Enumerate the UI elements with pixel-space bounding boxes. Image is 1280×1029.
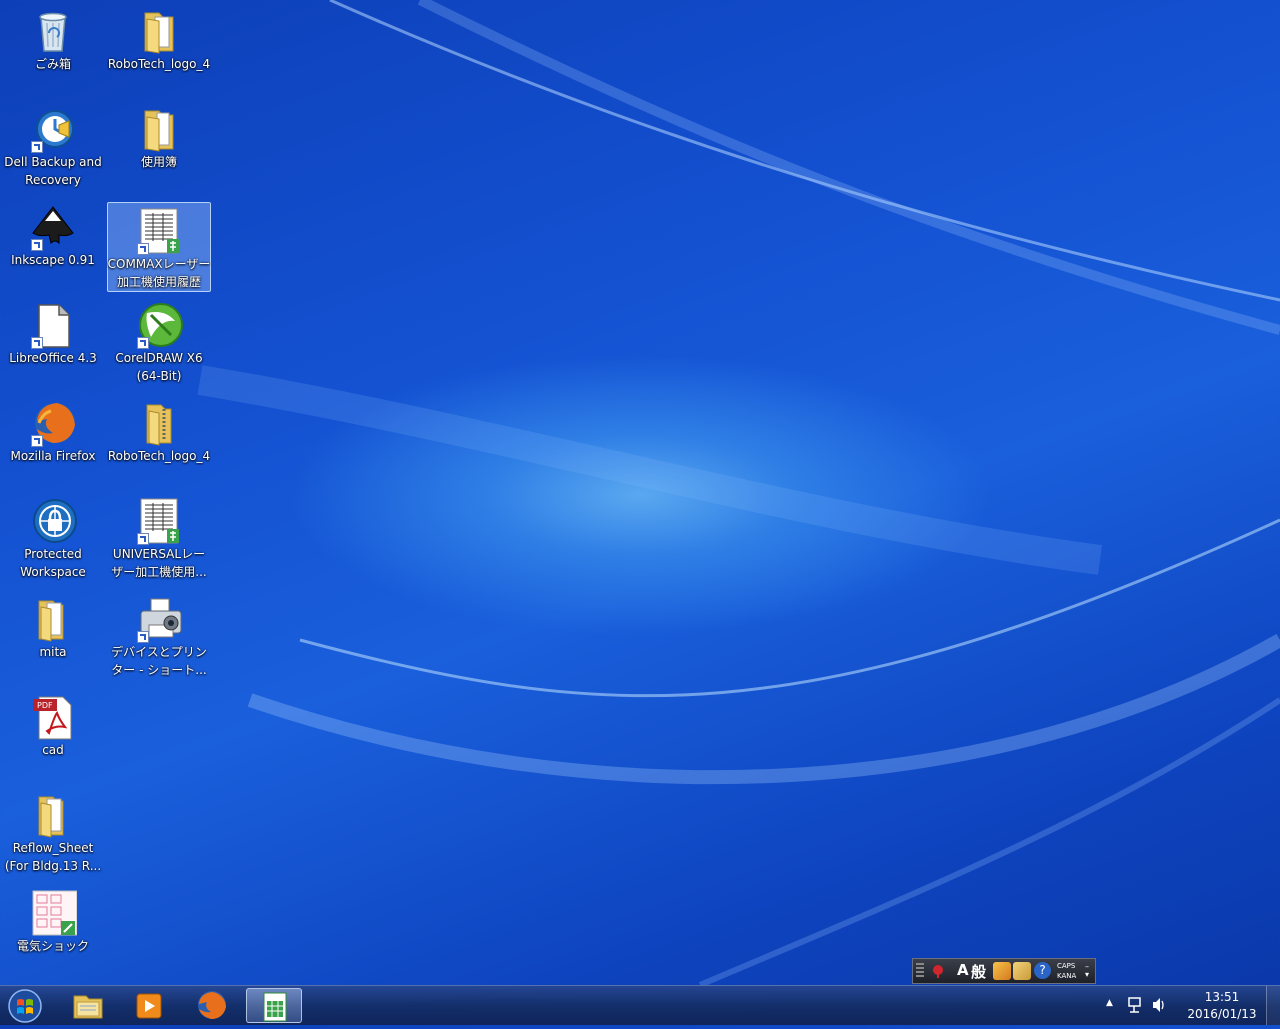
- clock-time: 13:51: [1204, 990, 1240, 1004]
- shortcut-arrow-icon: [137, 337, 149, 349]
- ime-input-icon[interactable]: [931, 963, 945, 978]
- printer-icon: [135, 595, 183, 643]
- firefox-icon: [198, 991, 226, 1019]
- ime-help-icon[interactable]: ?: [1034, 962, 1051, 979]
- desktop: ごみ箱 Dell Backup and Recovery Inkscape 0.…: [0, 0, 1280, 985]
- shortcut-arrow-icon: [137, 533, 149, 545]
- windows-logo-icon: [8, 989, 42, 1023]
- folder-shiyoubo[interactable]: 使用簿: [107, 100, 211, 190]
- taskbar-media-player[interactable]: [121, 988, 177, 1023]
- taskbar-clock[interactable]: 13:51 2016/01/13: [1180, 989, 1264, 1023]
- ime-mode-indicator[interactable]: A: [957, 961, 969, 979]
- start-button[interactable]: [4, 988, 46, 1024]
- recycle-bin[interactable]: ごみ箱: [1, 2, 105, 92]
- ime-tools-icon[interactable]: [1013, 962, 1031, 980]
- shortcut-arrow-icon: [31, 141, 43, 153]
- clock-date: 2016/01/13: [1187, 1007, 1257, 1021]
- zip-robotech-logo-4[interactable]: RoboTech_logo_4: [107, 394, 211, 484]
- taskbar-firefox[interactable]: [184, 988, 240, 1023]
- ime-caps-indicator: CAPS: [1057, 962, 1076, 970]
- dell-backup-icon: [29, 105, 77, 153]
- ime-drag-handle-icon[interactable]: [916, 963, 924, 979]
- taskbar-libreoffice-calc[interactable]: [246, 988, 302, 1023]
- drawing-file-icon: [29, 889, 78, 937]
- folder-mita[interactable]: mita: [1, 590, 105, 680]
- shortcut-arrow-icon: [31, 435, 43, 447]
- folder-reflow-sheet[interactable]: Reflow_Sheet (For Bldg.13 R...: [1, 786, 105, 876]
- pdf-icon: PDF: [29, 693, 77, 741]
- folder-robotech-logo-4[interactable]: RoboTech_logo_4: [107, 2, 211, 92]
- folder-icon: [29, 595, 77, 643]
- network-tray-icon[interactable]: [1126, 986, 1144, 1025]
- pdf-cad[interactable]: PDF cad: [1, 688, 105, 778]
- taskbar-explorer[interactable]: [60, 988, 116, 1023]
- taskbar: ▲ 13:51 2016/01/13: [0, 985, 1280, 1025]
- libreoffice-icon: [29, 301, 77, 349]
- shortcut-arrow-icon: [137, 243, 149, 255]
- folder-icon: [135, 7, 183, 55]
- pdf-badge: PDF: [37, 701, 53, 710]
- coreldraw-icon: [135, 301, 183, 349]
- shortcut-arrow-icon: [137, 631, 149, 643]
- universal-laser-log-shortcut[interactable]: UNIVERSALレー ザー加工機使用...: [107, 492, 211, 582]
- dell-backup-recovery-shortcut[interactable]: Dell Backup and Recovery: [1, 100, 105, 190]
- volume-tray-icon[interactable]: [1150, 986, 1168, 1025]
- libreoffice-calc-icon: [263, 992, 287, 1022]
- zip-folder-icon: [135, 399, 183, 447]
- spreadsheet-file-icon: [135, 497, 183, 545]
- libreoffice-shortcut[interactable]: LibreOffice 4.3: [1, 296, 105, 386]
- file-denki-shock[interactable]: 電気ショック: [1, 884, 105, 974]
- protected-workspace-icon: [29, 497, 77, 545]
- folder-icon: [29, 791, 77, 839]
- devices-printers-shortcut[interactable]: デバイスとプリン ター - ショート...: [107, 590, 211, 680]
- commax-laser-log-shortcut[interactable]: COMMAXレーザー 加工機使用履歴: [107, 202, 211, 292]
- shortcut-arrow-icon: [31, 337, 43, 349]
- ime-pad-icon[interactable]: [993, 962, 1011, 980]
- protected-workspace-shortcut[interactable]: Protected Workspace: [1, 492, 105, 582]
- media-player-icon: [136, 993, 162, 1019]
- firefox-shortcut[interactable]: Mozilla Firefox: [1, 394, 105, 484]
- folder-icon: [135, 105, 183, 153]
- ime-language-bar[interactable]: A 般 ? CAPS KANA – ▾: [912, 958, 1096, 984]
- show-desktop-button[interactable]: [1266, 986, 1280, 1025]
- firefox-icon: [29, 399, 77, 447]
- explorer-folder-icon: [73, 995, 103, 1019]
- shortcut-arrow-icon: [31, 239, 43, 251]
- coreldraw-shortcut[interactable]: CorelDRAW X6 (64-Bit): [107, 296, 211, 386]
- chevron-up-icon: ▲: [1106, 998, 1113, 1008]
- inkscape-icon: [29, 203, 77, 251]
- ime-kana-indicator: KANA: [1057, 972, 1077, 980]
- inkscape-shortcut[interactable]: Inkscape 0.91: [1, 198, 105, 288]
- show-hidden-icons-button[interactable]: ▲: [1106, 986, 1116, 1025]
- spreadsheet-file-icon: [135, 207, 183, 255]
- ime-options-chevron-icon[interactable]: – ▾: [1085, 963, 1093, 979]
- recycle-bin-icon: [29, 7, 77, 55]
- ime-dictionary-indicator[interactable]: 般: [971, 961, 986, 982]
